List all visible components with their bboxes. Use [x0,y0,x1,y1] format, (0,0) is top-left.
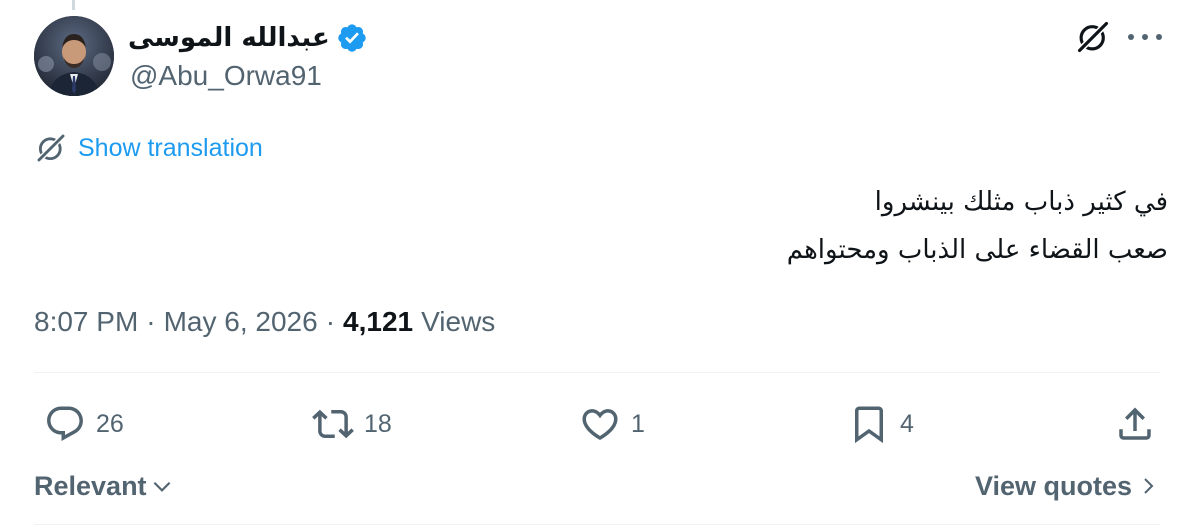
avatar-image [34,16,114,96]
action-bar: 26 18 1 4 [34,398,1160,450]
divider [34,524,1160,525]
share-button[interactable] [1114,398,1156,450]
bookmark-icon [855,406,883,444]
author-handle[interactable]: @Abu_Orwa91 [130,60,322,92]
show-translation-button[interactable]: Show translation [34,130,263,166]
tweet-time[interactable]: 8:07 PM [34,306,138,338]
reply-icon [47,406,83,441]
verified-badge-icon [338,24,366,52]
grok-icon[interactable] [1074,18,1112,56]
more-dot [1156,34,1162,40]
tweet-text: في كثير ذباب مثلك بينشروا صعب القضاء على… [268,178,1168,274]
thread-connector-line [72,0,75,10]
tweet-text-line: في كثير ذباب مثلك بينشروا [874,187,1168,217]
view-quotes-label[interactable]: View quotes [975,471,1132,502]
meta-separator: · [146,306,156,337]
avatar[interactable] [34,16,114,96]
author-name-row[interactable]: عبدالله الموسى [128,18,368,58]
more-dot [1128,34,1134,40]
views-label[interactable]: Views [421,306,495,338]
meta-separator: · [325,306,336,337]
retweet-button[interactable]: 18 [312,398,392,450]
retweet-icon [312,409,354,439]
author-display-name[interactable]: عبدالله الموسى [128,23,330,53]
views-count[interactable]: 4,121 [343,306,413,338]
sort-label[interactable]: Relevant [34,471,147,502]
tweet-date[interactable]: May 6, 2026 [164,306,318,338]
retweet-count: 18 [364,409,392,438]
reply-button[interactable]: 26 [44,398,124,450]
bookmark-button[interactable]: 4 [848,398,914,450]
replies-sort-dropdown[interactable]: Relevant [34,466,175,506]
like-count: 1 [631,409,645,438]
heart-icon [582,409,618,441]
more-options-icon[interactable] [1128,22,1162,52]
show-translation-label[interactable]: Show translation [78,134,263,163]
bookmark-count: 4 [900,409,914,438]
like-button[interactable]: 1 [579,398,645,450]
view-quotes-link[interactable]: View quotes [975,466,1160,506]
share-icon [1119,407,1151,440]
more-dot [1142,34,1148,40]
tweet-meta: 8:07 PM · May 6, 2026 · 4,121 Views [34,302,495,342]
chevron-down-icon [153,481,170,492]
chevron-right-icon [1144,478,1154,494]
grok-icon [36,133,66,163]
tweet-text-line: صعب القضاء على الذباب ومحتواهم [786,235,1168,265]
divider [34,372,1160,373]
reply-count: 26 [96,409,124,438]
